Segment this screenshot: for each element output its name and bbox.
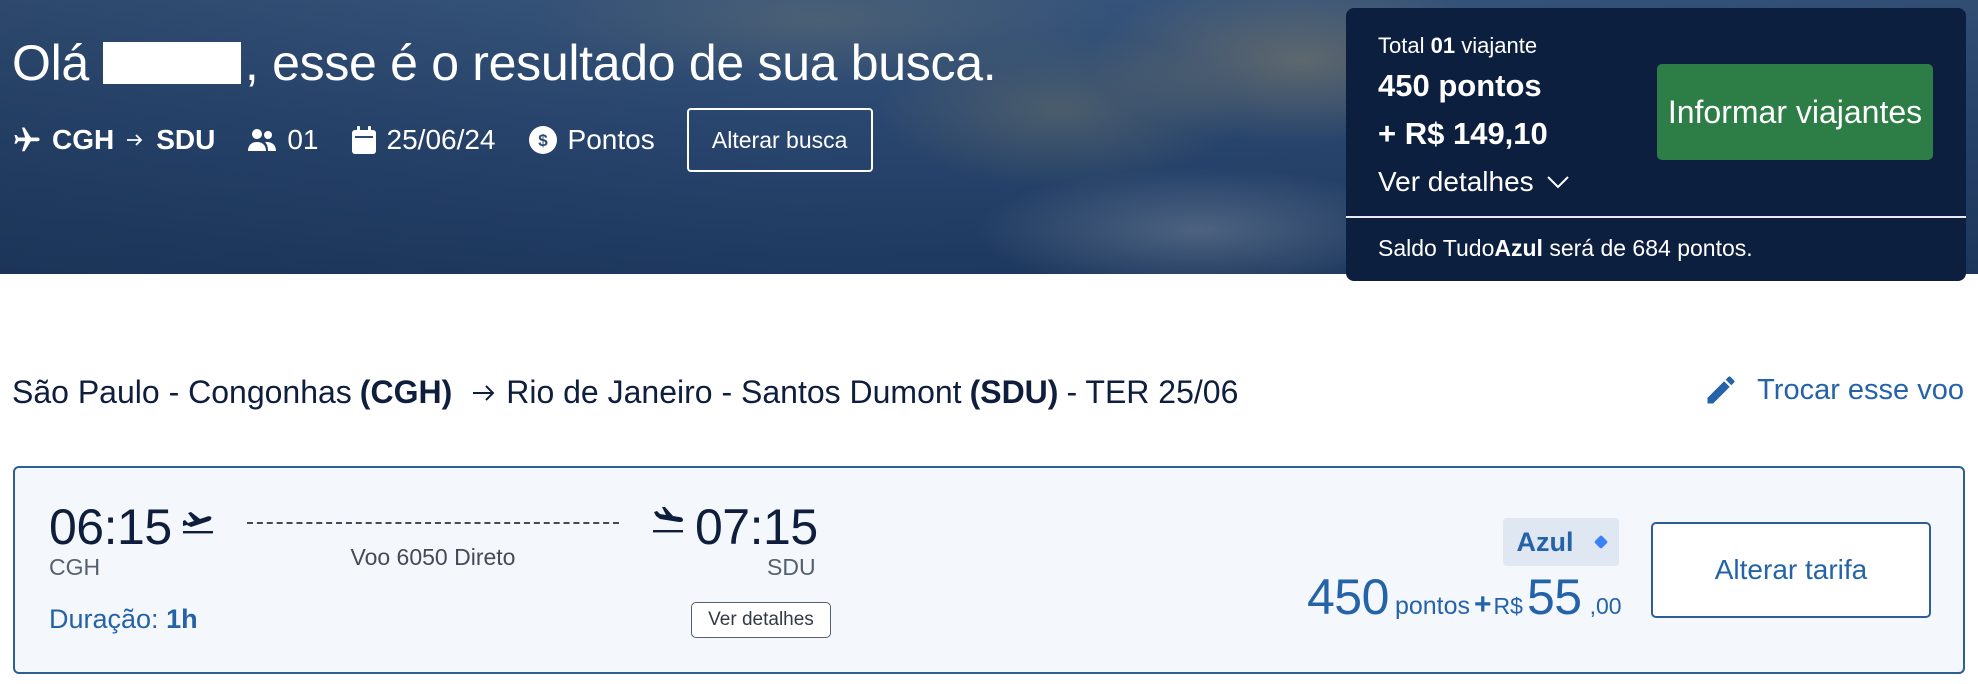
destination-name: Rio de Janeiro - Santos Dumont (506, 374, 962, 410)
payment-summary: $ Pontos (528, 124, 655, 156)
price-currency: R$ (1493, 593, 1523, 619)
dollar-coin-icon: $ (528, 125, 558, 155)
flight-card[interactable]: 06:15 CGH Voo 6050 Direto 07:15 SDU Dura… (13, 466, 1965, 674)
svg-text:$: $ (538, 131, 548, 150)
change-fare-button[interactable]: Alterar tarifa (1651, 522, 1931, 618)
airplane-icon (12, 125, 42, 155)
summary-divider (1346, 216, 1966, 218)
pencil-icon (1703, 372, 1739, 408)
origin-code: CGH (52, 124, 115, 155)
passengers-summary: 01 (247, 124, 319, 156)
change-flight-label: Trocar esse voo (1757, 373, 1964, 406)
money-total: + R$ 149,10 (1378, 116, 1548, 151)
inform-travelers-button[interactable]: Informar viajantes (1657, 64, 1933, 160)
origin-code-heading: (CGH) (359, 374, 453, 410)
traveler-count: 01 (1430, 33, 1456, 58)
flight-path-line (247, 522, 619, 524)
origin-name: São Paulo - Congonhas (12, 374, 352, 410)
route-date: - TER 25/06 (1066, 374, 1239, 410)
flight-number-label: Voo 6050 Direto (350, 544, 516, 570)
payment-mode: Pontos (567, 124, 655, 155)
chevron-down-icon (1546, 175, 1570, 189)
route-summary: CGH SDU (12, 124, 215, 156)
price-money: 55 (1526, 569, 1582, 625)
takeoff-icon (181, 506, 215, 541)
points-total: 450 pontos (1378, 68, 1542, 103)
departure-code: CGH (49, 554, 101, 580)
price-plus: + (1474, 588, 1492, 621)
fare-badge: Azul (1503, 518, 1619, 566)
travel-date: 25/06/24 (386, 124, 496, 155)
balance-brand: Azul (1494, 235, 1543, 261)
search-summary: CGH SDU 01 25/06/24 $ Pontos Alterar bus… (12, 108, 873, 172)
arrival-time: 07:15 (695, 499, 818, 555)
change-flight-link[interactable]: Trocar esse voo (1703, 372, 1964, 408)
arrival-code: SDU (767, 554, 816, 580)
price-points: 450 (1307, 569, 1389, 625)
price-points-unit: pontos (1394, 592, 1470, 620)
duration-value: 1h (166, 604, 198, 634)
balance-prefix: Saldo Tudo (1378, 235, 1495, 261)
route-heading: São Paulo - Congonhas (CGH) Rio de Janei… (12, 374, 1238, 411)
date-summary: 25/06/24 (351, 124, 496, 156)
arrow-right-icon (126, 132, 144, 148)
landing-icon (651, 506, 685, 541)
greeting-heading: Olá , esse é o resultado de sua busca. (12, 34, 997, 92)
booking-summary-card: Total 01 viajante 450 pontos + R$ 149,10… (1346, 8, 1966, 281)
total-prefix: Total (1378, 33, 1425, 58)
price-cents: ,00 (1589, 593, 1622, 619)
traveler-total: Total 01 viajante (1378, 33, 1537, 59)
balance-suffix: será de 684 pontos. (1549, 235, 1753, 261)
change-search-button[interactable]: Alterar busca (686, 108, 873, 172)
people-icon (247, 127, 277, 153)
greeting-prefix: Olá (12, 35, 89, 91)
summary-details-label: Ver detalhes (1378, 166, 1534, 197)
fare-price: 450 pontos + R$ 55 ,00 (1307, 568, 1622, 626)
points-balance: Saldo TudoAzul será de 684 pontos. (1378, 235, 1753, 262)
flight-duration: Duração: 1h (49, 604, 198, 635)
flight-details-button[interactable]: Ver detalhes (691, 602, 831, 638)
greeting-suffix: , esse é o resultado de sua busca. (244, 35, 997, 91)
summary-details-toggle[interactable]: Ver detalhes (1378, 166, 1570, 198)
calendar-icon (351, 125, 377, 155)
redacted-user-name (102, 42, 241, 84)
destination-code: SDU (156, 124, 216, 155)
total-suffix: viajante (1461, 33, 1538, 58)
diamond-icon (1593, 534, 1608, 550)
fare-name: Azul (1516, 526, 1574, 557)
departure-time: 06:15 (49, 499, 172, 555)
destination-code-heading: (SDU) (969, 374, 1059, 410)
passenger-count: 01 (287, 124, 319, 155)
duration-label: Duração: (49, 604, 159, 634)
arrow-right-icon (472, 383, 496, 403)
